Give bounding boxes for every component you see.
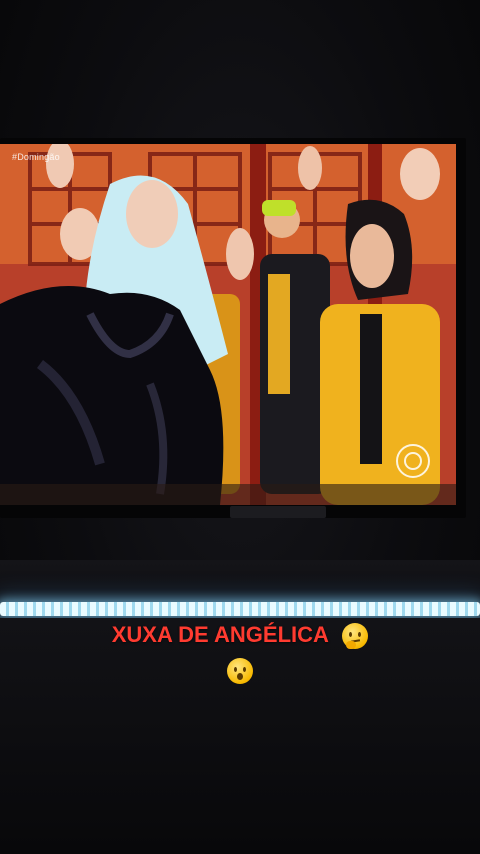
tv-screen: #Domingão [0,144,456,505]
caption-text: XUXA DE ANGÉLICA [111,622,329,647]
tv-broadcast-scene [0,144,456,505]
globo-logo-icon [396,444,430,478]
channel-hashtag: #Domingão [12,152,60,162]
floor-area [0,618,480,854]
story-emoji-line [0,658,480,684]
story-caption: XUXA DE ANGÉLICA [0,622,480,650]
hushed-face-emoji-icon [227,658,253,684]
led-light-strip [0,602,480,616]
tv-stand [230,506,326,518]
thinking-face-emoji-icon [342,623,369,650]
